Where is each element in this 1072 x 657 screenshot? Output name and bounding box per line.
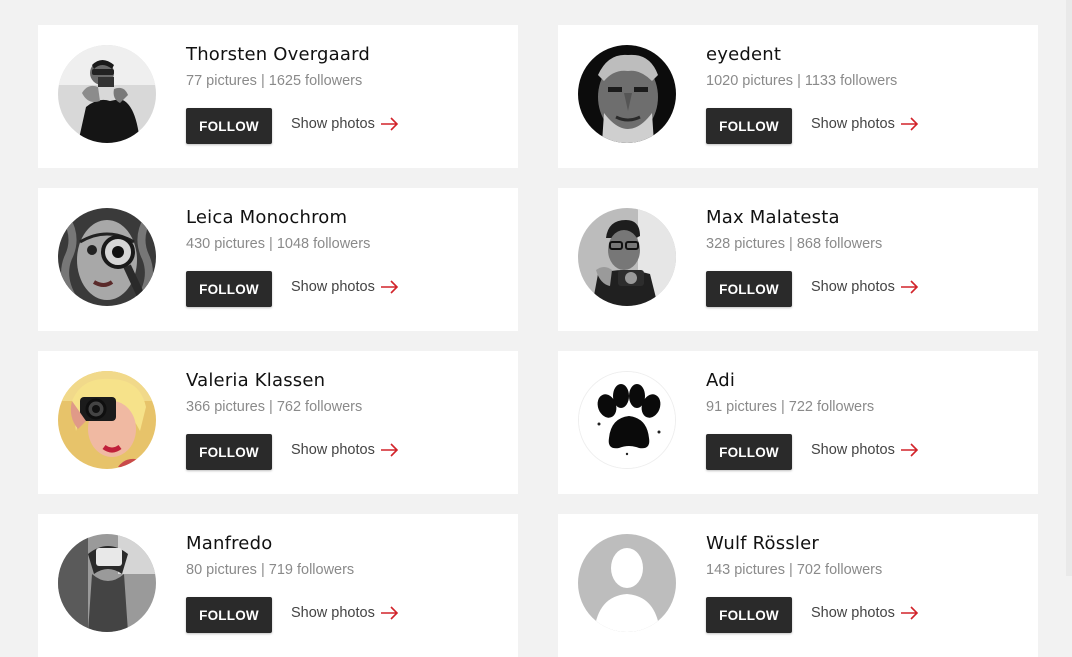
follow-button[interactable]: FOLLOW	[706, 434, 792, 470]
follow-button[interactable]: FOLLOW	[706, 597, 792, 633]
photographer-grid: Thorsten Overgaard 77 pictures | 1625 fo…	[38, 25, 1038, 657]
follow-button[interactable]: FOLLOW	[186, 597, 272, 633]
photographer-name[interactable]: Leica Monochrom	[186, 207, 347, 228]
show-photos-label: Show photos	[291, 442, 375, 458]
photographer-stats: 366 pictures | 762 followers	[186, 399, 363, 415]
photographer-card: Valeria Klassen 366 pictures | 762 follo…	[38, 351, 518, 494]
arrow-right-icon	[900, 606, 919, 620]
avatar[interactable]	[578, 534, 676, 632]
photographer-name[interactable]: Manfredo	[186, 533, 272, 554]
follow-button[interactable]: FOLLOW	[186, 434, 272, 470]
photographer-name[interactable]: Thorsten Overgaard	[186, 44, 370, 65]
show-photos-link[interactable]: Show photos	[811, 116, 919, 132]
photographer-name[interactable]: Max Malatesta	[706, 207, 840, 228]
photographer-stats: 91 pictures | 722 followers	[706, 399, 875, 415]
photographer-stats: 1020 pictures | 1133 followers	[706, 73, 898, 89]
photographer-stats: 77 pictures | 1625 followers	[186, 73, 363, 89]
avatar[interactable]	[58, 208, 156, 306]
photographer-card: Max Malatesta 328 pictures | 868 followe…	[558, 188, 1038, 331]
show-photos-label: Show photos	[811, 279, 895, 295]
show-photos-label: Show photos	[811, 442, 895, 458]
avatar[interactable]	[58, 371, 156, 469]
photographer-card: Thorsten Overgaard 77 pictures | 1625 fo…	[38, 25, 518, 168]
photographer-card: Adi 91 pictures | 722 followers FOLLOW S…	[558, 351, 1038, 494]
follow-button[interactable]: FOLLOW	[706, 108, 792, 144]
scrollbar[interactable]	[1066, 0, 1072, 576]
show-photos-link[interactable]: Show photos	[811, 279, 919, 295]
photographer-name[interactable]: Adi	[706, 370, 735, 391]
arrow-right-icon	[380, 443, 399, 457]
follow-button[interactable]: FOLLOW	[186, 108, 272, 144]
photographer-name[interactable]: Wulf Rössler	[706, 533, 819, 554]
photographer-card: eyedent 1020 pictures | 1133 followers F…	[558, 25, 1038, 168]
avatar[interactable]	[578, 208, 676, 306]
show-photos-link[interactable]: Show photos	[291, 279, 399, 295]
photographer-card: Wulf Rössler 143 pictures | 702 follower…	[558, 514, 1038, 657]
show-photos-label: Show photos	[811, 605, 895, 621]
avatar[interactable]	[58, 45, 156, 143]
paw-print-icon	[579, 372, 675, 468]
photographer-stats: 430 pictures | 1048 followers	[186, 236, 371, 252]
show-photos-link[interactable]: Show photos	[291, 605, 399, 621]
arrow-right-icon	[380, 606, 399, 620]
show-photos-label: Show photos	[291, 605, 375, 621]
follow-button[interactable]: FOLLOW	[706, 271, 792, 307]
show-photos-label: Show photos	[291, 279, 375, 295]
avatar[interactable]	[578, 45, 676, 143]
follow-button[interactable]: FOLLOW	[186, 271, 272, 307]
avatar[interactable]	[58, 534, 156, 632]
arrow-right-icon	[900, 280, 919, 294]
arrow-right-icon	[380, 117, 399, 131]
arrow-right-icon	[380, 280, 399, 294]
show-photos-link[interactable]: Show photos	[291, 442, 399, 458]
photographer-name[interactable]: Valeria Klassen	[186, 370, 325, 391]
arrow-right-icon	[900, 443, 919, 457]
default-user-icon	[578, 534, 676, 632]
arrow-right-icon	[900, 117, 919, 131]
show-photos-link[interactable]: Show photos	[811, 442, 919, 458]
show-photos-link[interactable]: Show photos	[291, 116, 399, 132]
avatar[interactable]	[578, 371, 676, 469]
photographer-card: Manfredo 80 pictures | 719 followers FOL…	[38, 514, 518, 657]
photographer-stats: 328 pictures | 868 followers	[706, 236, 883, 252]
photographer-name[interactable]: eyedent	[706, 44, 781, 65]
show-photos-link[interactable]: Show photos	[811, 605, 919, 621]
photographer-card: Leica Monochrom 430 pictures | 1048 foll…	[38, 188, 518, 331]
show-photos-label: Show photos	[811, 116, 895, 132]
show-photos-label: Show photos	[291, 116, 375, 132]
